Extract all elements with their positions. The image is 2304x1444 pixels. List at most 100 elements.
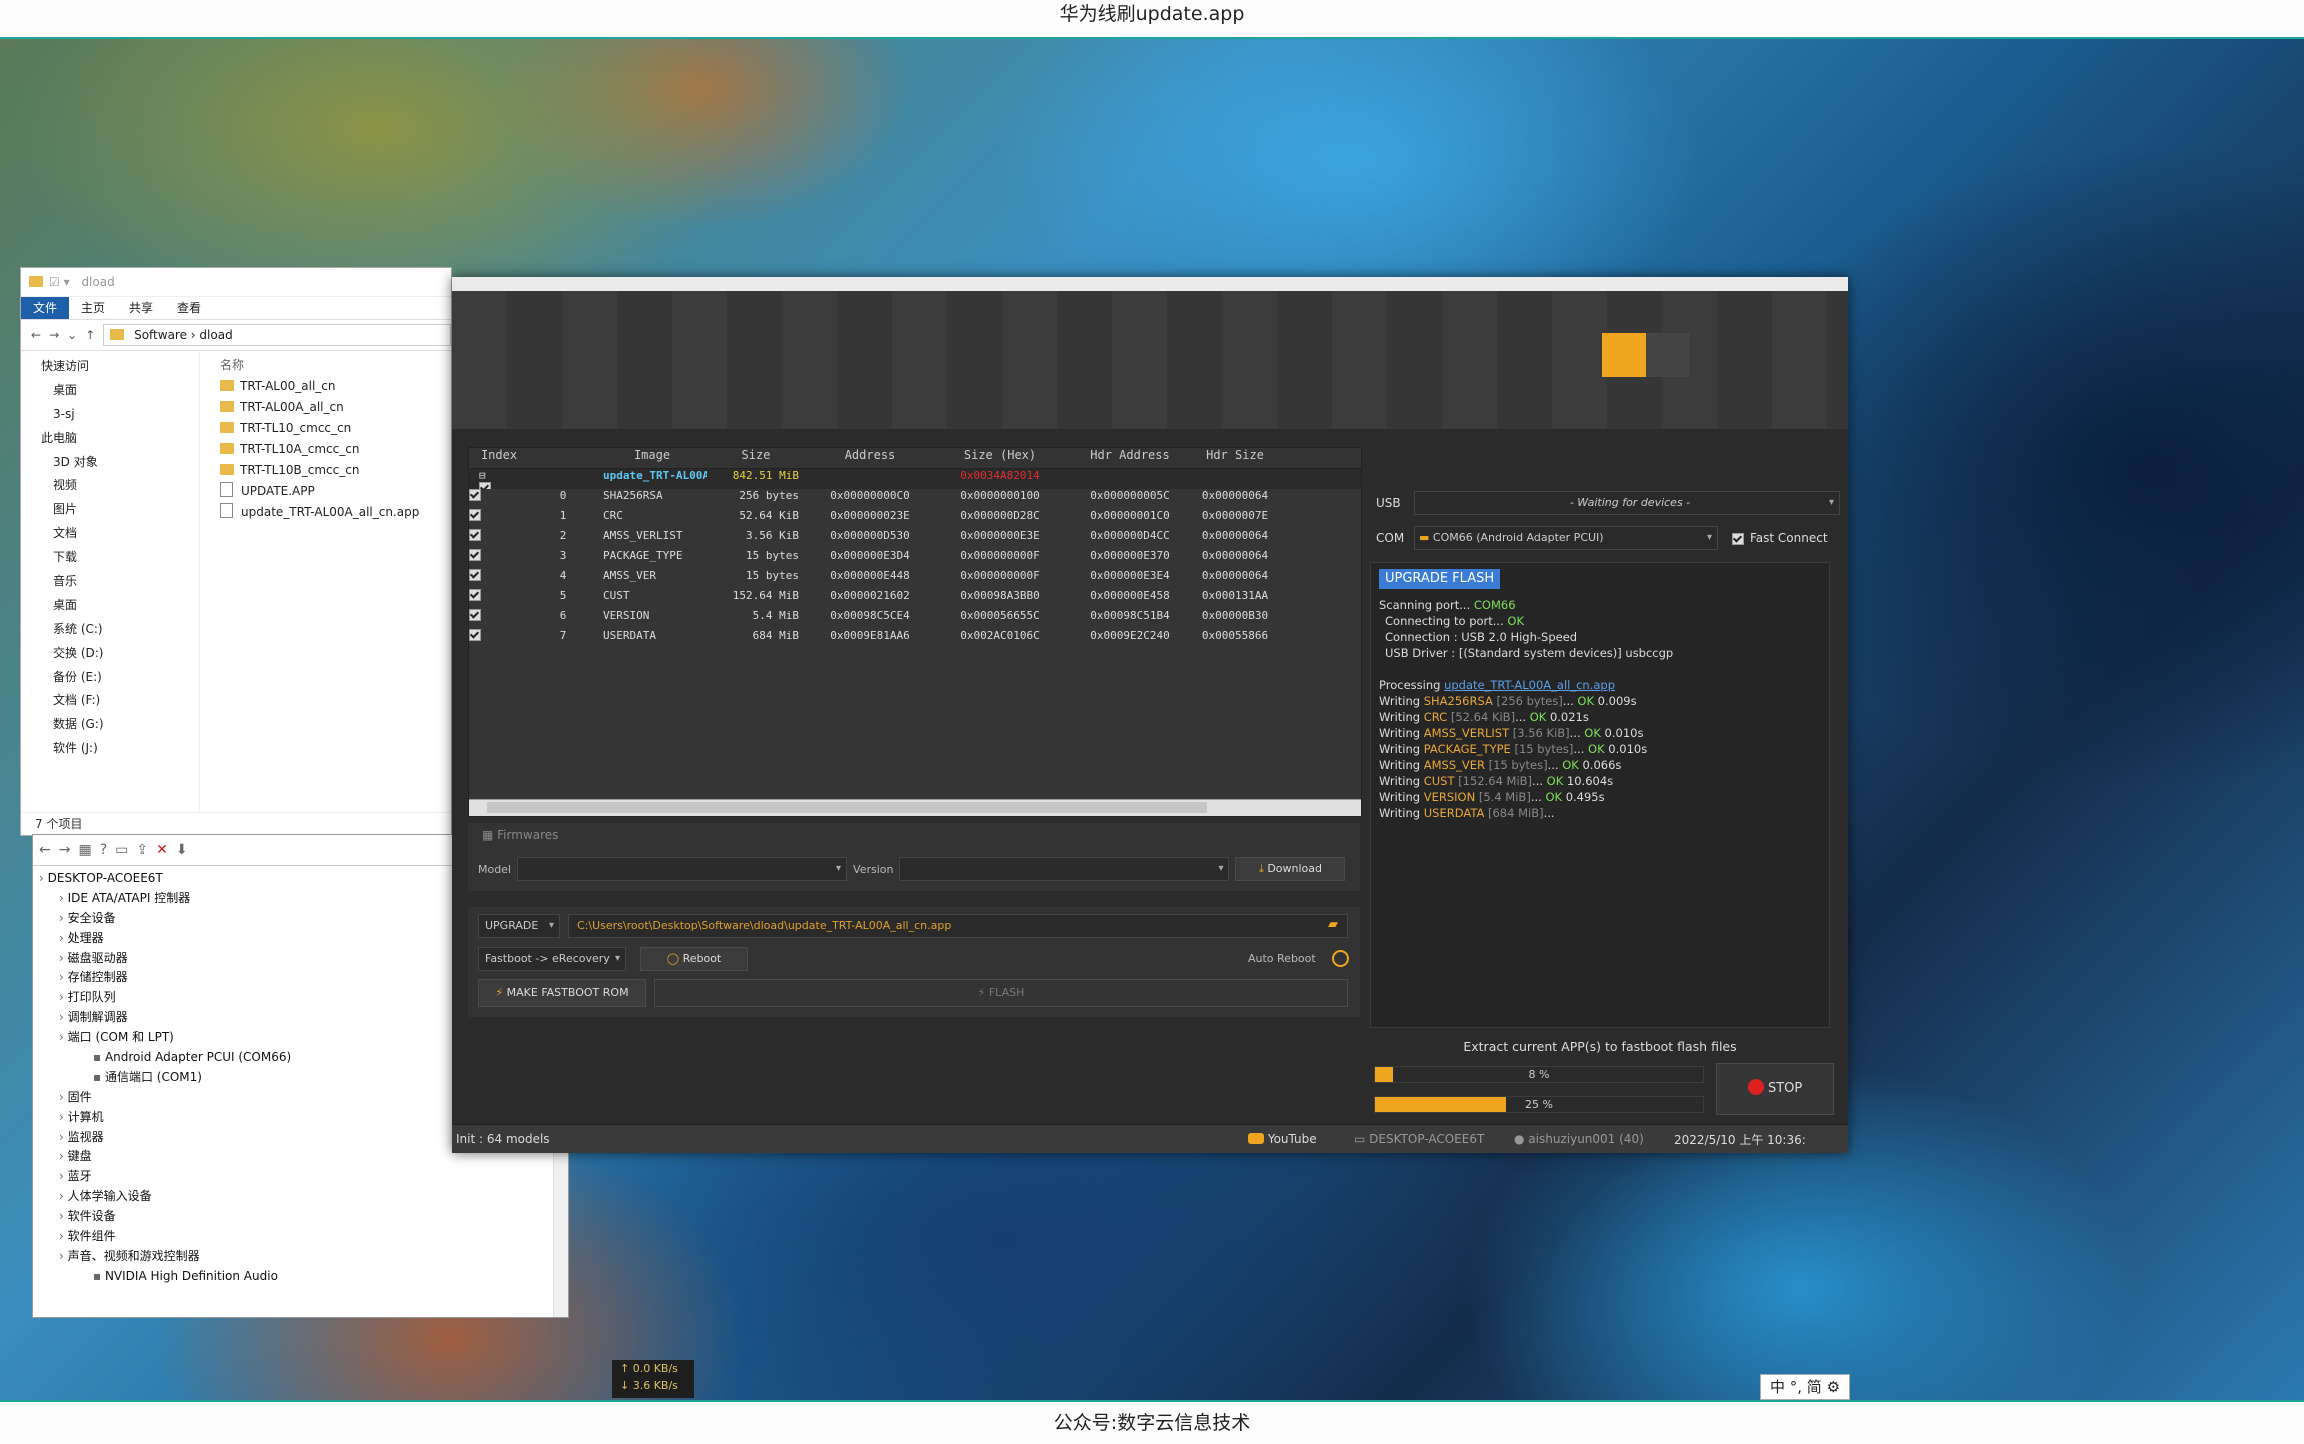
chevron-right-icon[interactable]: ›	[59, 951, 68, 965]
breadcrumb[interactable]: Software › dload	[103, 324, 451, 346]
expand-toggle[interactable]: ⊟	[469, 469, 529, 489]
tree-item[interactable]: ▪ NVIDIA High Definition Audio	[33, 1266, 568, 1286]
usb-device-select[interactable]: - Waiting for devices -	[1414, 491, 1840, 515]
cell-checkbox[interactable]	[469, 609, 529, 629]
horizontal-scrollbar[interactable]	[469, 799, 1361, 816]
checkbox[interactable]	[469, 529, 481, 541]
checkbox[interactable]	[469, 629, 481, 641]
table-row[interactable]: 5 CUST 152.64 MiB 0x0000021602 0x00098A3BB0 0…	[469, 589, 1361, 609]
tree-item[interactable]: › 软件组件	[33, 1226, 568, 1246]
checkbox[interactable]	[469, 589, 481, 601]
cell-checkbox[interactable]	[469, 549, 529, 569]
tree-item[interactable]: › 蓝牙	[33, 1166, 568, 1186]
file-path-input[interactable]: C:\Users\root\Desktop\Software\dload\upd…	[568, 914, 1348, 938]
nav-item[interactable]: 3D 对象	[21, 450, 199, 474]
list-item[interactable]: UPDATE.APP	[220, 481, 451, 502]
help-icon[interactable]: ?	[100, 842, 107, 858]
column-header-address[interactable]: Address	[805, 448, 935, 468]
explorer-titlebar[interactable]: ☑ ▾ dload	[21, 268, 451, 297]
table-row[interactable]: 4 AMSS_VER 15 bytes 0x000000E448 0x000000000…	[469, 569, 1361, 589]
column-header-image[interactable]: Image	[597, 448, 707, 468]
chevron-down-icon[interactable]: ⌄	[67, 328, 77, 342]
chevron-right-icon[interactable]: ›	[59, 1030, 68, 1044]
cell-checkbox[interactable]	[469, 589, 529, 609]
ribbon-tab-file[interactable]: 文件	[21, 297, 70, 319]
download-icon[interactable]: ⬇	[176, 842, 188, 858]
nav-item[interactable]: 备份 (E:)	[21, 665, 199, 689]
column-header-size-hex[interactable]: Size (Hex)	[935, 448, 1065, 468]
log-file-link[interactable]: update_TRT-AL00A_all_cn.app	[1444, 678, 1615, 692]
monitor-icon[interactable]: ▭	[115, 842, 128, 858]
model-select[interactable]	[517, 857, 848, 881]
list-item[interactable]: update_TRT-AL00A_all_cn.app	[220, 502, 451, 523]
list-item[interactable]: TRT-AL00A_all_cn	[220, 397, 451, 418]
column-header-hdr-size[interactable]: Hdr Size	[1195, 448, 1275, 468]
checkbox[interactable]	[469, 489, 481, 501]
com-port-select[interactable]: ▬ COM66 (Android Adapter PCUI)	[1414, 526, 1718, 550]
ribbon-tab-home[interactable]: 主页	[69, 297, 117, 319]
nav-item[interactable]: 3-sj	[21, 402, 199, 426]
tool-titlebar[interactable]	[452, 277, 1848, 291]
chevron-right-icon[interactable]: ›	[59, 1130, 68, 1144]
nav-item[interactable]: 软件 (J:)	[21, 736, 199, 760]
ribbon-tab-share[interactable]: 共享	[117, 297, 165, 319]
cell-checkbox[interactable]	[469, 509, 529, 529]
chevron-right-icon[interactable]: ›	[59, 1010, 68, 1024]
table-row[interactable]: 1 CRC 52.64 KiB 0x000000023E 0x000000D28C 0x0…	[469, 509, 1361, 529]
list-item[interactable]: TRT-TL10A_cmcc_cn	[220, 439, 451, 460]
nav-item[interactable]: 桌面	[21, 378, 199, 402]
checkbox[interactable]	[469, 609, 481, 621]
update-driver-icon[interactable]: ⇪	[136, 842, 148, 858]
chevron-right-icon[interactable]: ›	[59, 1110, 68, 1124]
chevron-right-icon[interactable]: ›	[59, 1090, 68, 1104]
chevron-right-icon[interactable]: ›	[59, 1229, 68, 1243]
mode-select[interactable]: UPGRADE	[478, 914, 560, 938]
nav-item[interactable]: 交换 (D:)	[21, 641, 199, 665]
chevron-right-icon[interactable]: ›	[59, 1209, 68, 1223]
nav-item[interactable]: 此电脑	[21, 426, 199, 450]
chevron-right-icon[interactable]: ›	[59, 1249, 68, 1263]
list-item[interactable]: TRT-TL10B_cmcc_cn	[220, 460, 451, 481]
nav-item[interactable]: 图片	[21, 497, 199, 521]
chevron-right-icon[interactable]: ›	[39, 871, 48, 885]
download-button[interactable]: ⤓ Download	[1235, 857, 1346, 881]
auto-reboot-toggle[interactable]	[1332, 950, 1349, 967]
back-arrow-icon[interactable]: ←	[31, 328, 41, 342]
checkbox[interactable]	[469, 549, 481, 561]
list-item[interactable]: TRT-AL00_all_cn	[220, 376, 451, 397]
tree-item[interactable]: › 人体学输入设备	[33, 1186, 568, 1206]
cell-checkbox[interactable]	[469, 629, 529, 649]
forward-arrow-icon[interactable]: →	[59, 842, 71, 858]
checkbox[interactable]	[469, 569, 481, 581]
cell-checkbox[interactable]	[469, 529, 529, 549]
cell-checkbox[interactable]	[469, 489, 529, 509]
chevron-right-icon[interactable]: ›	[59, 1169, 68, 1183]
properties-icon[interactable]: ▦	[78, 842, 91, 858]
nav-item[interactable]: 下载	[21, 545, 199, 569]
reboot-button[interactable]: ◯ Reboot	[640, 947, 748, 971]
fast-connect-checkbox[interactable]	[1732, 533, 1744, 545]
chevron-right-icon[interactable]: ›	[59, 1189, 68, 1203]
chevron-right-icon[interactable]: ›	[59, 931, 68, 945]
tree-item[interactable]: › 声音、视频和游戏控制器	[33, 1246, 568, 1266]
list-item[interactable]: TRT-TL10_cmcc_cn	[220, 418, 451, 439]
chevron-right-icon[interactable]: ›	[59, 891, 68, 905]
up-arrow-icon[interactable]: ↑	[85, 328, 95, 342]
chevron-right-icon[interactable]: ›	[59, 990, 68, 1004]
nav-item[interactable]: 文档	[21, 521, 199, 545]
cell-checkbox[interactable]	[469, 569, 529, 589]
chevron-right-icon[interactable]: ›	[59, 970, 68, 984]
flash-button[interactable]: ⚡ FLASH	[654, 979, 1348, 1007]
nav-item[interactable]: 文档 (F:)	[21, 688, 199, 712]
nav-item[interactable]: 视频	[21, 473, 199, 497]
ime-indicator[interactable]: 中 °, 简 ⚙	[1760, 1374, 1850, 1400]
forward-arrow-icon[interactable]: →	[49, 328, 59, 342]
checkbox[interactable]	[479, 482, 491, 489]
column-header-hdr-address[interactable]: Hdr Address	[1065, 448, 1195, 468]
breadcrumb-item[interactable]: dload	[199, 328, 232, 342]
nav-item[interactable]: 快速访问	[21, 354, 199, 378]
uninstall-icon[interactable]: ✕	[156, 842, 168, 858]
chevron-right-icon[interactable]: ›	[59, 1149, 68, 1163]
table-row[interactable]: 3 PACKAGE_TYPE 15 bytes 0x000000E3D4 0x00000…	[469, 549, 1361, 569]
checkbox[interactable]	[469, 509, 481, 521]
